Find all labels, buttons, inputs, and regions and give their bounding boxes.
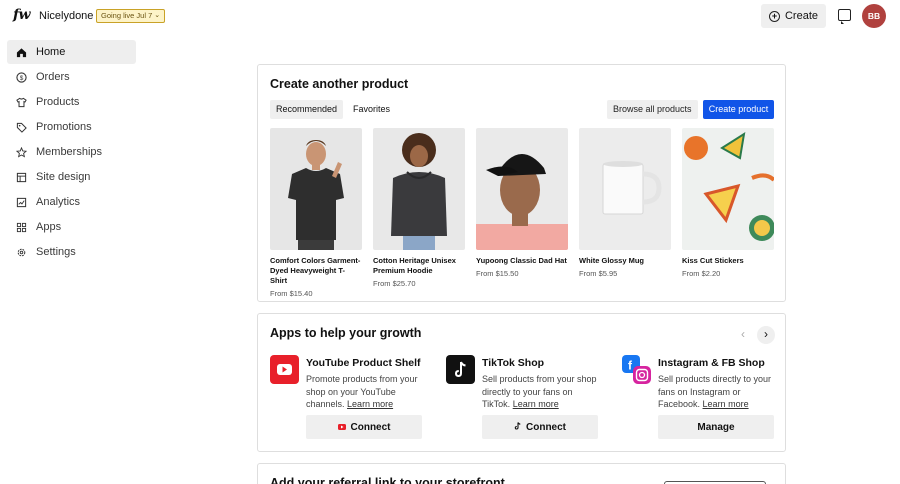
create-product-button[interactable]: Create product xyxy=(703,100,774,119)
chat-icon[interactable] xyxy=(838,9,851,24)
product-price: From $25.70 xyxy=(373,279,416,288)
sidebar-item-label: Analytics xyxy=(36,196,81,208)
product-image-mug[interactable] xyxy=(579,128,671,250)
sidebar-item-apps[interactable]: Apps xyxy=(7,215,136,239)
create-button[interactable]: + Create xyxy=(761,4,826,28)
sidebar-item-label: Orders xyxy=(36,71,70,83)
grid-icon xyxy=(16,222,27,233)
chevron-down-icon: ⌄ xyxy=(154,12,161,19)
app-description: Sell products from your shop directly to… xyxy=(482,373,600,411)
sidebar-item-analytics[interactable]: Analytics xyxy=(7,190,136,214)
sidebar-item-label: Products xyxy=(36,96,80,108)
layout-icon xyxy=(16,172,27,183)
shirt-icon xyxy=(16,97,27,108)
tiktok-icon xyxy=(446,355,475,384)
going-live-label: Going live Jul 7 xyxy=(101,11,153,20)
youtube-icon xyxy=(270,355,299,384)
learn-more-link[interactable]: Learn more xyxy=(347,399,393,409)
product-card[interactable]: Comfort Colors Garment-Dyed Heavyweight … xyxy=(270,128,362,298)
product-price: From $2.20 xyxy=(682,269,721,278)
product-image-stickers[interactable] xyxy=(682,128,774,250)
svg-text:$: $ xyxy=(20,74,24,81)
card-title: Apps to help your growth xyxy=(270,326,422,340)
connect-tiktok-button[interactable]: Connect xyxy=(482,415,598,439)
card-title: Create another product xyxy=(270,77,409,91)
app-description: Promote products from your shop on your … xyxy=(306,373,424,411)
avatar[interactable]: BB xyxy=(862,4,886,28)
sidebar-item-settings[interactable]: Settings xyxy=(7,240,136,264)
going-live-badge[interactable]: Going live Jul 7 ⌄ xyxy=(96,9,166,23)
top-bar: fw Nicelydone Going live Jul 7 ⌄ + Creat… xyxy=(0,0,900,32)
sidebar-item-memberships[interactable]: Memberships xyxy=(7,140,136,164)
browse-all-products-button[interactable]: Browse all products xyxy=(607,100,698,119)
app-title: YouTube Product Shelf xyxy=(306,357,421,369)
tag-icon xyxy=(16,122,27,133)
product-name: White Glossy Mug xyxy=(579,256,645,265)
sidebar-item-label: Home xyxy=(36,46,66,58)
manage-instagram-fb-button[interactable]: Manage xyxy=(658,415,774,439)
chevron-left-icon[interactable]: ‹ xyxy=(736,328,750,342)
chevron-right-icon[interactable]: › xyxy=(757,326,775,344)
create-button-label: Create xyxy=(784,10,819,22)
star-icon xyxy=(16,146,27,158)
product-card[interactable]: Kiss Cut Stickers From $2.20 xyxy=(682,128,774,278)
sidebar-item-label: Memberships xyxy=(36,146,103,158)
product-name: Comfort Colors Garment-Dyed Heavyweight … xyxy=(270,256,361,285)
tab-favorites[interactable]: Favorites xyxy=(347,100,396,119)
fw-logo[interactable]: fw xyxy=(13,7,31,23)
sidebar-item-label: Site design xyxy=(36,171,91,183)
app-description: Sell products directly to your fans on I… xyxy=(658,373,776,411)
card-title: Add your referral link to your storefron… xyxy=(270,476,505,484)
connect-label: Connect xyxy=(526,421,566,433)
tiktok-icon xyxy=(514,421,521,433)
instagram-facebook-icon: f xyxy=(622,355,651,384)
product-name: Kiss Cut Stickers xyxy=(682,256,744,265)
dollar-circle-icon: $ xyxy=(16,71,27,83)
sidebar-item-promotions[interactable]: Promotions xyxy=(7,115,136,139)
product-price: From $15.40 xyxy=(270,289,313,298)
sidebar-item-products[interactable]: Products xyxy=(7,90,136,114)
home-icon xyxy=(16,47,27,58)
sidebar-item-orders[interactable]: $ Orders xyxy=(7,65,136,89)
product-card[interactable]: White Glossy Mug From $5.95 xyxy=(579,128,671,278)
youtube-icon xyxy=(337,422,346,433)
connect-label: Connect xyxy=(350,421,391,433)
sidebar-item-label: Settings xyxy=(36,246,76,258)
shop-name[interactable]: Nicelydone xyxy=(39,10,93,22)
product-price: From $5.95 xyxy=(579,269,618,278)
product-image-tshirt[interactable] xyxy=(270,128,362,250)
product-name: Cotton Heritage Unisex Premium Hoodie xyxy=(373,256,456,275)
tab-recommended[interactable]: Recommended xyxy=(270,100,344,119)
chart-icon xyxy=(16,197,27,208)
manage-label: Manage xyxy=(697,421,735,433)
sidebar: Home $ Orders Products Promotions Member… xyxy=(7,40,136,265)
product-card[interactable]: Cotton Heritage Unisex Premium Hoodie Fr… xyxy=(373,128,465,288)
referral-card: Add your referral link to your storefron… xyxy=(257,463,786,484)
sidebar-item-site-design[interactable]: Site design xyxy=(7,165,136,189)
gear-icon xyxy=(16,247,27,258)
product-price: From $15.50 xyxy=(476,269,519,278)
sidebar-item-home[interactable]: Home xyxy=(7,40,136,64)
learn-more-link[interactable]: Learn more xyxy=(703,399,749,409)
app-title: TikTok Shop xyxy=(482,357,545,369)
plus-circle-icon: + xyxy=(768,10,780,22)
learn-more-link[interactable]: Learn more xyxy=(513,399,559,409)
create-product-card: Create another product Recommended Favor… xyxy=(257,64,786,302)
product-image-hoodie[interactable] xyxy=(373,128,465,250)
connect-youtube-button[interactable]: Connect xyxy=(306,415,422,439)
app-title: Instagram & FB Shop xyxy=(658,357,765,369)
apps-card: Apps to help your growth ‹ › YouTube Pro… xyxy=(257,313,786,452)
product-image-hat[interactable] xyxy=(476,128,568,250)
product-name: Yupoong Classic Dad Hat xyxy=(476,256,567,265)
sidebar-item-label: Apps xyxy=(36,221,62,233)
product-card[interactable]: Yupoong Classic Dad Hat From $15.50 xyxy=(476,128,568,278)
sidebar-item-label: Promotions xyxy=(36,121,92,133)
